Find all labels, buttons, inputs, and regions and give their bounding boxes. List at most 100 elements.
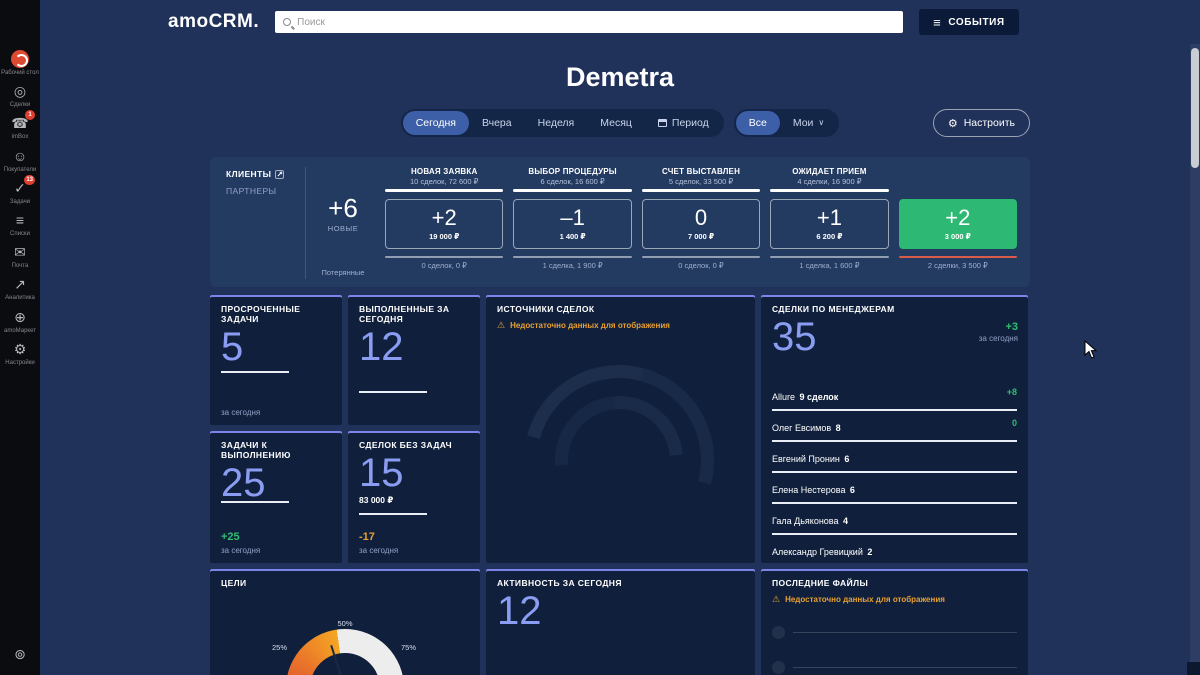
scrollbar-thumb[interactable] [1191,48,1199,168]
sidebar-item-lists[interactable]: ≡ Списки [0,211,40,238]
sidebar-item-deals[interactable]: ◎ Сделки [0,82,40,109]
search-bar[interactable] [275,11,904,33]
todo-caption: за сегодня [221,546,261,555]
file-line-placeholder [793,667,1017,668]
sidebar-item-label: Почта [11,263,29,270]
widget-deals-no-tasks[interactable]: СДЕЛОК БЕЗ ЗАДАЧ 15 83 000 ₽ -17 за сего… [348,431,480,563]
gauge-label-75: 75% [400,643,416,652]
sidebar-item-imbox[interactable]: 1 ☎ imBox [0,110,40,141]
sidebar-item-label: Сделки [9,102,31,109]
manager-row[interactable]: Александр Гревицкий 2 [772,537,1017,563]
no-data-warning: ⚠ Недостаточно данных для отображения [772,595,1017,605]
file-placeholder-row [772,626,1017,639]
pipeline-tab-partners[interactable]: ПАРТНЕРЫ [226,186,297,196]
sidebar-item-analytics[interactable]: ↗ Аналитика [0,275,40,302]
stage-lost: 0 сделок, 0 ₽ [678,261,724,270]
pipeline-clients-label: КЛИЕНТЫ [226,169,272,179]
stage-value: 19 000 ₽ [429,232,460,241]
external-link-icon: ↗ [275,169,285,179]
stage-subtitle: 6 сделок, 16 600 ₽ [540,177,605,186]
buyers-icon: ☺ [12,147,28,164]
gauge-label-50: 50% [337,619,353,628]
events-button[interactable]: ≡ СОБЫТИЯ [919,9,1019,35]
manager-row[interactable]: Елена Нестерова 6 [772,475,1017,504]
tab-yesterday[interactable]: Вчера [469,111,525,135]
stage-bar [513,189,632,192]
notasks-value: 15 [359,451,404,495]
manager-row[interactable]: Евгений Пронин 6 [772,444,1017,473]
widget-recent-files[interactable]: ПОСЛЕДНИЕ ФАЙЛЫ ⚠ Недостаточно данных дл… [761,569,1028,675]
stage-title: ОЖИДАЕТ ПРИЕМ [792,167,867,176]
widgets-grid: ПРОСРОЧЕННЫЕ ЗАДАЧИ 5 за сегодня ВЫПОЛНЕ… [210,295,1030,675]
stage-lost: 1 сделка, 1 900 ₽ [542,261,603,270]
tab-today[interactable]: Сегодня [402,111,469,135]
manager-row[interactable]: Олег Евсимов 8 0 [772,413,1017,442]
widget-deal-sources[interactable]: ИСТОЧНИКИ СДЕЛОК ⚠ Недостаточно данных д… [486,295,755,563]
goals-gauge-chart [286,629,404,675]
widget-tasks-todo[interactable]: ЗАДАЧИ К ВЫПОЛНЕНИЮ 25 +25 за сегодня [210,431,342,563]
stage-delta: 0 [694,205,708,230]
chevron-down-icon: ∨ [818,118,825,127]
new-deals-label: НОВЫЕ [327,224,359,233]
stage-lost: 2 сделки, 3 500 ₽ [927,261,988,270]
stage-card[interactable]: –1 1 400 ₽ [513,199,632,249]
activity-value: 12 [497,589,542,633]
configure-button[interactable]: ⚙ Настроить [932,109,1030,137]
overdue-value: 5 [221,325,244,369]
stage-value: 7 000 ₽ [687,232,715,241]
overdue-caption: за сегодня [221,408,261,417]
configure-button-label: Настроить [963,117,1015,129]
manager-row[interactable]: Гала Дьяконова 4 [772,506,1017,535]
stage-divider [385,256,504,258]
lists-icon: ≡ [15,211,25,228]
scope-tabs: Все Мои ∨ [733,109,840,137]
pipeline-stage: ВЫБОР ПРОЦЕДУРЫ 6 сделок, 16 600 ₽ –1 1 … [508,167,636,279]
manager-row[interactable]: Allure 9 сделок +8 [772,382,1017,411]
widget-title: АКТИВНОСТЬ ЗА СЕГОДНЯ [497,578,622,588]
topbar: amoCRM. ≡ СОБЫТИЯ [40,0,1200,44]
manager-list: Allure 9 сделок +8 Олег Евсимов 8 0 Евге… [772,382,1017,563]
stage-card[interactable]: 0 7 000 ₽ [641,199,761,249]
widget-title: СДЕЛОК БЕЗ ЗАДАЧ [359,440,453,450]
stage-card[interactable]: +1 6 200 ₽ [770,199,889,249]
managers-today-delta: +3 за сегодня [978,321,1018,343]
deals-icon: ◎ [13,83,27,100]
sidebar-item-desktop[interactable]: Рабочий стол [0,50,40,77]
widget-completed-today[interactable]: ВЫПОЛНЕННЫЕ ЗА СЕГОДНЯ 12 [348,295,480,425]
pipeline-tabs: КЛИЕНТЫ ↗ ПАРТНЕРЫ [218,167,306,279]
sidebar-item-support[interactable]: ⊚ [0,645,40,663]
main-content: Demetra Сегодня Вчера Неделя Месяц Перио… [40,44,1200,675]
completed-value: 12 [359,325,404,369]
widget-deals-by-managers[interactable]: СДЕЛКИ ПО МЕНЕДЖЕРАМ 35 +3 за сегодня Al… [761,295,1028,563]
divider [359,391,427,393]
sidebar-item-settings[interactable]: ⚙ Настройки [0,340,40,367]
widget-activity-today[interactable]: АКТИВНОСТЬ ЗА СЕГОДНЯ 12 ↻ Связаться 10 … [486,569,755,675]
sidebar-item-mail[interactable]: ✉ Почта [0,243,40,270]
notasks-caption: за сегодня [359,546,399,555]
stage-value: 1 400 ₽ [559,232,586,241]
stage-lost: 0 сделок, 0 ₽ [421,261,467,270]
sidebar-item-market[interactable]: ⊕ amoМаркет [0,308,40,335]
sidebar-item-buyers[interactable]: ☺ Покупатели [0,147,40,174]
stage-subtitle: 4 сделки, 16 900 ₽ [797,177,862,186]
tasks-badge: 13 [24,174,35,185]
amocrm-logo-icon [11,50,29,68]
tab-mine[interactable]: Мои ∨ [780,111,837,135]
stage-delta: +2 [431,205,457,230]
pipeline-tab-clients[interactable]: КЛИЕНТЫ ↗ [226,169,297,179]
tab-period[interactable]: Период [645,111,722,135]
stage-card-success[interactable]: +2 3 000 ₽ [898,199,1018,249]
sidebar-item-tasks[interactable]: 13 ✓ Задачи [0,174,40,206]
stage-delta: +1 [816,205,842,230]
stage-card[interactable]: +2 19 000 ₽ [385,199,504,249]
tab-all[interactable]: Все [735,111,780,135]
stage-bar [770,189,889,192]
widget-goals[interactable]: ЦЕЛИ 25% 50% 75% [210,569,480,675]
widget-overdue-tasks[interactable]: ПРОСРОЧЕННЫЕ ЗАДАЧИ 5 за сегодня [210,295,342,425]
search-input[interactable] [297,16,896,28]
pipeline-stage-success: +2 3 000 ₽ 2 сделки, 3 500 ₽ [894,167,1022,279]
tab-month[interactable]: Месяц [587,111,645,135]
stage-divider [770,256,889,258]
widget-title: ВЫПОЛНЕННЫЕ ЗА СЕГОДНЯ [359,304,450,324]
tab-week[interactable]: Неделя [525,111,588,135]
